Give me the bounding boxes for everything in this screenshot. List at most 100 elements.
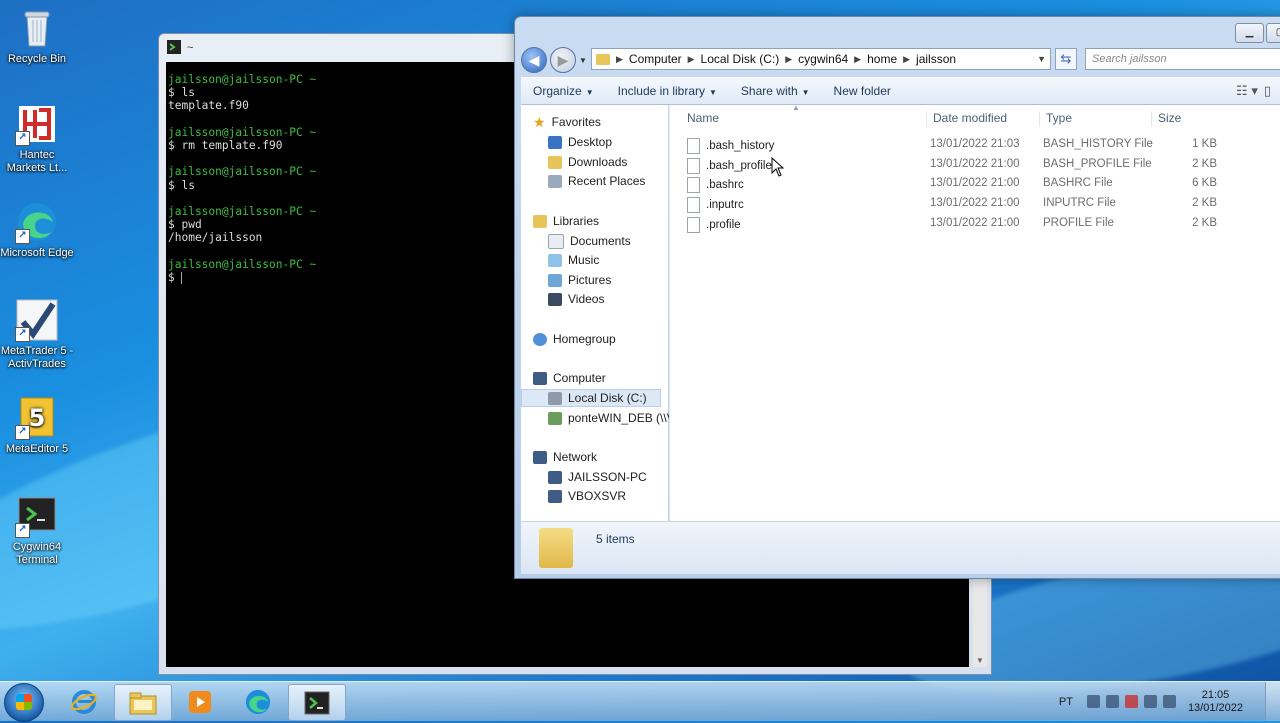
breadcrumb-jailsson[interactable]: jailsson — [916, 52, 956, 66]
nav-network[interactable]: Network — [533, 448, 597, 466]
minimize-button[interactable]: ▁ — [1235, 23, 1264, 43]
metaeditor-icon: 5 ↗ — [15, 396, 59, 440]
nav-computer[interactable]: Computer — [533, 369, 606, 387]
file-icon — [687, 197, 700, 213]
terminal-prompt: jailsson@jailsson-PC ~ — [168, 165, 317, 179]
breadcrumb-separator-icon: ▶ — [687, 53, 695, 64]
include-in-library-button[interactable]: Include in library ▼ — [606, 84, 729, 98]
breadcrumb-local-disk[interactable]: Local Disk (C:) — [701, 52, 780, 66]
breadcrumb-home[interactable]: home — [867, 52, 897, 66]
flag-icon[interactable] — [1105, 695, 1119, 708]
pictures-icon — [548, 273, 562, 287]
media-player-icon — [189, 690, 211, 713]
nav-desktop[interactable]: Desktop — [548, 133, 612, 151]
share-with-button[interactable]: Share with ▼ — [729, 84, 822, 98]
desktop-icon-metaeditor[interactable]: 5 ↗ MetaEditor 5 — [0, 396, 74, 456]
nav-documents[interactable]: Documents — [548, 232, 631, 250]
svg-text:5: 5 — [29, 404, 46, 432]
file-list: Name ▲ Date modified Type Size .bash_his… — [669, 103, 1280, 521]
folder-icon — [539, 528, 573, 568]
recycle-bin-icon — [15, 6, 59, 50]
desktop-icon-metatrader[interactable]: ↗ MetaTrader 5 - ActivTrades — [0, 298, 74, 371]
breadcrumb-separator-icon: ▶ — [616, 53, 623, 64]
taskbar-ie[interactable] — [56, 684, 112, 719]
command-bar: Organize ▼ Include in library ▼ Share with… — [521, 77, 1280, 105]
downloads-icon — [548, 155, 562, 169]
shortcut-arrow-icon: ↗ — [15, 131, 30, 146]
recent-places-icon — [548, 174, 562, 188]
mouse-pointer-icon — [771, 156, 785, 182]
taskbar-media-player[interactable] — [172, 684, 228, 719]
nav-vboxsvr[interactable]: VBOXSVR — [548, 487, 626, 505]
nav-recent-places[interactable]: Recent Places — [548, 172, 645, 190]
shortcut-arrow-icon: ↗ — [15, 327, 30, 342]
organize-button[interactable]: Organize ▼ — [521, 84, 606, 98]
taskbar-cygwin[interactable] — [288, 684, 346, 721]
column-header-type[interactable]: Type — [1039, 111, 1072, 127]
maximize-button[interactable]: ▢ — [1266, 23, 1280, 43]
address-bar[interactable]: ▶ Computer ▶ Local Disk (C:) ▶ cygwin64 … — [591, 48, 1051, 70]
show-desktop-button[interactable] — [1265, 682, 1280, 721]
folder-icon — [129, 692, 157, 714]
desktop-icon-cygwin[interactable]: ↗ Cygwin64 Terminal — [0, 494, 74, 567]
refresh-button[interactable]: ⇆ — [1055, 48, 1077, 70]
nav-jailsson-pc[interactable]: JAILSSON-PC — [548, 468, 647, 486]
nav-music[interactable]: Music — [548, 251, 599, 269]
back-button[interactable]: ◀ — [521, 47, 547, 73]
terminal-output: /home/jailsson — [168, 231, 263, 245]
internet-explorer-icon — [71, 689, 97, 714]
preview-pane-icon[interactable]: ▯ — [1264, 83, 1271, 99]
taskbar-edge[interactable] — [230, 684, 286, 719]
volume-icon[interactable] — [1143, 695, 1157, 708]
recent-pages-dropdown-icon[interactable]: ▼ — [579, 56, 587, 65]
desktop-icon-edge[interactable]: ↗ Microsoft Edge — [0, 200, 74, 260]
desktop-icon-recycle-bin[interactable]: Recycle Bin — [0, 6, 74, 66]
terminal-command: $ pwd — [168, 218, 202, 232]
view-options-icon[interactable]: ☷ ▾ — [1236, 83, 1258, 99]
nav-favorites[interactable]: ★ Favorites — [533, 113, 601, 131]
taskbar-explorer[interactable] — [114, 684, 172, 721]
network-error-icon[interactable] — [1124, 695, 1138, 708]
file-row[interactable]: .inputrc 13/01/2022 21:00 INPUTRC File 2… — [687, 197, 1280, 217]
breadcrumb-computer[interactable]: Computer — [629, 52, 682, 66]
nav-local-disk[interactable]: Local Disk (C:) — [521, 389, 661, 407]
desktop-icon-hantec[interactable]: ↗ Hantec Markets Lt... — [0, 102, 74, 175]
videos-icon — [548, 292, 562, 306]
address-dropdown-icon[interactable]: ▼ — [1037, 54, 1050, 64]
metatrader-icon: ↗ — [15, 298, 59, 342]
libraries-icon — [533, 214, 547, 228]
terminal-command: $ ls — [168, 178, 195, 192]
desktop-icon — [548, 135, 562, 149]
music-icon — [548, 253, 562, 267]
network-icon — [533, 450, 547, 464]
nav-pictures[interactable]: Pictures — [548, 271, 611, 289]
start-button[interactable] — [4, 683, 44, 722]
nav-network-drive[interactable]: ponteWIN_DEB (\\VI — [548, 409, 678, 427]
homegroup-icon — [533, 332, 547, 346]
new-folder-button[interactable]: New folder — [822, 84, 903, 98]
forward-button[interactable]: ▶ — [550, 47, 576, 73]
scroll-down-arrow-icon[interactable]: ▼ — [976, 656, 984, 665]
nav-libraries[interactable]: Libraries — [533, 212, 599, 230]
clock-time: 21:05 — [1201, 688, 1230, 701]
file-row[interactable]: .profile 13/01/2022 21:00 PROFILE File 2… — [687, 217, 1280, 237]
nav-homegroup[interactable]: Homegroup — [533, 330, 616, 348]
keyboard-icon[interactable] — [1086, 695, 1100, 708]
nav-videos[interactable]: Videos — [548, 290, 604, 308]
column-header-size[interactable]: Size — [1151, 111, 1181, 127]
column-header-date[interactable]: Date modified — [926, 111, 1007, 127]
file-row[interactable]: .bash_history 13/01/2022 21:03 BASH_HIST… — [687, 138, 1280, 158]
cygwin-terminal-icon — [304, 691, 330, 714]
terminal-command: $ — [168, 271, 182, 285]
network-icon[interactable] — [1162, 695, 1176, 708]
cygwin-terminal-icon: ↗ — [15, 494, 59, 538]
language-indicator[interactable]: PT — [1059, 696, 1073, 708]
file-icon — [687, 138, 700, 154]
column-header-name[interactable]: Name — [687, 111, 719, 127]
nav-downloads[interactable]: Downloads — [548, 153, 627, 171]
clock[interactable]: 21:05 13/01/2022 — [1188, 689, 1243, 715]
terminal-title: ~ — [187, 42, 194, 54]
breadcrumb-cygwin64[interactable]: cygwin64 — [798, 52, 848, 66]
search-input[interactable]: Search jailsson — [1085, 48, 1280, 70]
explorer-window[interactable]: ▁ ▢ ◀ ▶ ▼ ▶ Computer ▶ Local Disk (C:) ▶… — [514, 16, 1280, 579]
